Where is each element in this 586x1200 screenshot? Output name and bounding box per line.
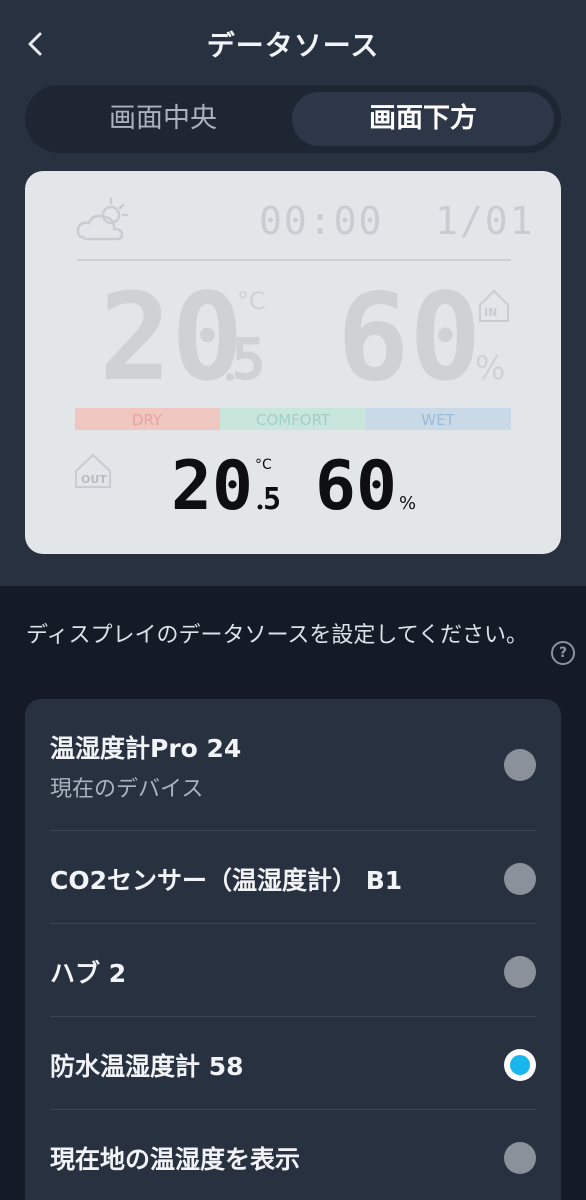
indoor-temp: 20 xyxy=(99,269,244,408)
source-label: 防水温湿度計 58 xyxy=(50,1052,244,1081)
comfort-wet-label: WET xyxy=(421,411,455,429)
source-item-pro24[interactable]: 温湿度計Pro 24 現在のデバイス xyxy=(50,727,536,807)
source-label: 温湿度計Pro 24 xyxy=(50,734,242,763)
indoor-humidity: 60 xyxy=(337,269,482,408)
header: データソース xyxy=(0,0,586,84)
date-readout: 1/01 xyxy=(435,199,535,243)
outdoor-temp-unit: °C xyxy=(255,457,272,473)
instruction-text: ディスプレイのデータソースを設定してください。 xyxy=(26,623,529,648)
divider xyxy=(50,1016,536,1017)
data-source-section: ディスプレイのデータソースを設定してください。 ? 温湿度計Pro 24 現在の… xyxy=(0,586,586,1200)
source-item-hub2[interactable]: ハブ 2 xyxy=(50,938,536,1002)
partly-cloudy-icon xyxy=(76,197,129,241)
source-radio-co2[interactable] xyxy=(504,863,536,895)
outdoor-humidity: 60 xyxy=(315,447,397,526)
outdoor-temp: 20 xyxy=(171,447,253,526)
tab-center[interactable]: 画面中央 xyxy=(32,92,294,146)
position-tabs: 画面中央 画面下方 xyxy=(25,85,561,153)
outdoor-temp-decimal: 5 xyxy=(263,482,281,517)
source-sublabel: 現在のデバイス xyxy=(50,777,204,802)
page-title: データソース xyxy=(206,29,380,62)
divider xyxy=(50,1109,536,1110)
source-label: CO2センサー（温湿度計） B1 xyxy=(50,866,403,895)
comfort-dry-label: DRY xyxy=(132,411,163,429)
source-radio-hub2[interactable] xyxy=(504,956,536,988)
source-label: 現在地の温湿度を表示 xyxy=(50,1145,301,1174)
lcd-screen: 00:00 1/01 20 5 °C 60 % IN DRY COMFORT W… xyxy=(75,197,535,526)
source-item-waterproof[interactable]: 防水温湿度計 58 xyxy=(50,1031,536,1095)
indoor-temp-decimal: 5 xyxy=(231,325,266,393)
indoor-badge: IN xyxy=(484,306,497,319)
source-radio-location[interactable] xyxy=(504,1142,536,1174)
outdoor-badge: OUT xyxy=(81,473,107,486)
source-label: ハブ 2 xyxy=(50,959,127,988)
outdoor-humidity-unit: % xyxy=(399,493,416,514)
divider xyxy=(50,923,536,924)
indoor-humidity-unit: % xyxy=(475,349,505,387)
display-preview: 00:00 1/01 20 5 °C 60 % IN DRY COMFORT W… xyxy=(25,171,561,554)
comfort-comfort-label: COMFORT xyxy=(256,411,331,429)
divider xyxy=(50,830,536,831)
time-readout: 00:00 xyxy=(259,199,383,243)
tab-bottom[interactable]: 画面下方 xyxy=(292,92,554,146)
question-circle-icon[interactable]: ? xyxy=(551,641,575,665)
source-list: 温湿度計Pro 24 現在のデバイス CO2センサー（温湿度計） B1 ハブ 2… xyxy=(25,699,561,1200)
source-item-location[interactable]: 現在地の温湿度を表示 xyxy=(50,1124,536,1188)
source-item-co2[interactable]: CO2センサー（温湿度計） B1 xyxy=(50,845,536,909)
source-radio-waterproof[interactable] xyxy=(504,1049,536,1081)
source-radio-pro24[interactable] xyxy=(504,749,536,781)
indoor-temp-unit: °C xyxy=(237,287,266,315)
